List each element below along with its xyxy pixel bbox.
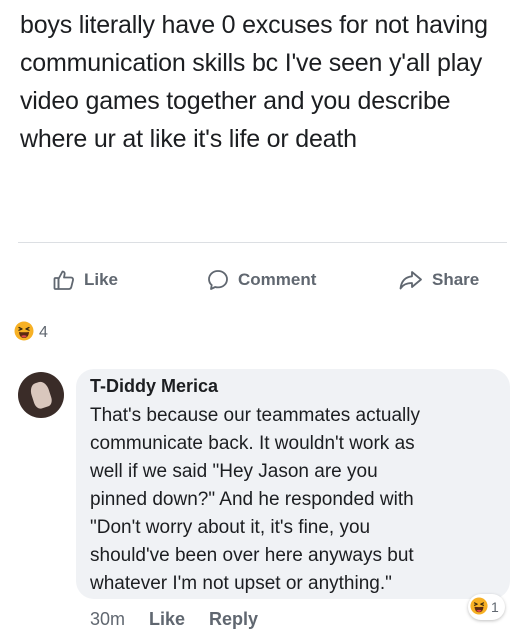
comment-reply-button[interactable]: Reply bbox=[209, 609, 258, 630]
comment-like-button[interactable]: Like bbox=[149, 609, 185, 630]
thumbs-up-icon bbox=[52, 268, 76, 292]
haha-icon bbox=[470, 596, 488, 618]
comment-text: That's because our teammates actually co… bbox=[90, 405, 420, 594]
haha-icon bbox=[14, 321, 34, 346]
comment-meta: 30m Like Reply bbox=[90, 606, 258, 632]
comment-button[interactable]: Comment bbox=[206, 262, 316, 298]
like-button[interactable]: Like bbox=[52, 262, 118, 298]
avatar[interactable] bbox=[18, 372, 64, 418]
post-action-bar: Like Comment Share bbox=[0, 262, 517, 298]
comment-reaction-badge[interactable]: 1 bbox=[468, 594, 505, 620]
reaction-summary[interactable]: 4 bbox=[14, 320, 48, 346]
post-text: boys literally have 0 excuses for not ha… bbox=[20, 11, 488, 153]
share-arrow-icon bbox=[398, 268, 424, 292]
reaction-count: 4 bbox=[39, 324, 48, 341]
divider bbox=[18, 242, 507, 243]
like-label: Like bbox=[84, 270, 119, 289]
comment-author[interactable]: T-Diddy Merica bbox=[90, 376, 218, 397]
comment-timestamp[interactable]: 30m bbox=[90, 609, 125, 630]
share-label: Share bbox=[432, 270, 480, 289]
comment-label: Comment bbox=[238, 270, 317, 289]
comment-bubble-icon bbox=[206, 268, 230, 292]
comment-reaction-count: 1 bbox=[491, 599, 499, 615]
share-button[interactable]: Share bbox=[398, 262, 479, 298]
